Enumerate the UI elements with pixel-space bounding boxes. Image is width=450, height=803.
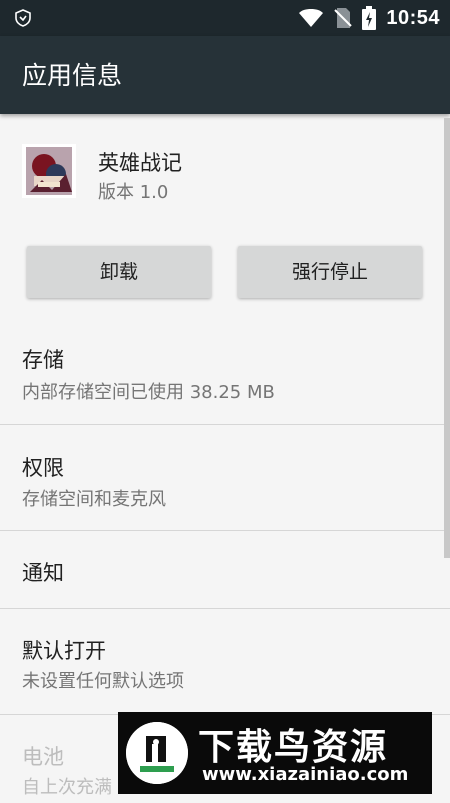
permissions-item[interactable]: 权限 存储空间和麦克风 bbox=[0, 425, 450, 531]
wifi-icon bbox=[299, 9, 324, 27]
page-title: 应用信息 bbox=[22, 61, 123, 90]
watermark-logo-icon bbox=[126, 722, 188, 784]
open-by-default-title: 默认打开 bbox=[22, 639, 106, 663]
watermark-url: www.xiazainiao.com bbox=[202, 764, 409, 785]
storage-subtitle: 内部存储空间已使用 38.25 MB bbox=[22, 382, 275, 403]
storage-item[interactable]: 存储 内部存储空间已使用 38.25 MB bbox=[0, 318, 450, 425]
notifications-title: 通知 bbox=[22, 561, 64, 585]
app-version: 版本 1.0 bbox=[98, 182, 169, 203]
status-bar: 10:54 bbox=[0, 0, 450, 36]
open-by-default-item[interactable]: 默认打开 未设置任何默认选项 bbox=[0, 609, 450, 715]
scrollbar-thumb[interactable] bbox=[444, 118, 450, 558]
no-sim-icon bbox=[334, 8, 353, 28]
storage-title: 存储 bbox=[22, 348, 64, 372]
uninstall-button[interactable]: 卸载 bbox=[27, 246, 211, 298]
status-time: 10:54 bbox=[386, 6, 440, 29]
app-name: 英雄战记 bbox=[98, 151, 182, 175]
permissions-title: 权限 bbox=[22, 456, 64, 480]
battery-title: 电池 bbox=[22, 745, 64, 769]
watermark: 下载鸟资源 www.xiazainiao.com bbox=[118, 712, 432, 794]
open-by-default-subtitle: 未设置任何默认选项 bbox=[22, 671, 184, 692]
force-stop-button[interactable]: 强行停止 bbox=[238, 246, 422, 298]
watermark-title: 下载鸟资源 bbox=[198, 727, 389, 768]
shield-icon bbox=[15, 9, 31, 27]
notifications-item[interactable]: 通知 bbox=[0, 531, 450, 609]
battery-subtitle: 自上次充满 bbox=[22, 777, 112, 798]
app-header: 英雄战记 版本 1.0 bbox=[0, 114, 450, 224]
app-icon bbox=[22, 144, 76, 198]
battery-charging-icon bbox=[362, 6, 377, 30]
app-bar: 应用信息 bbox=[0, 36, 450, 114]
permissions-subtitle: 存储空间和麦克风 bbox=[22, 489, 166, 510]
